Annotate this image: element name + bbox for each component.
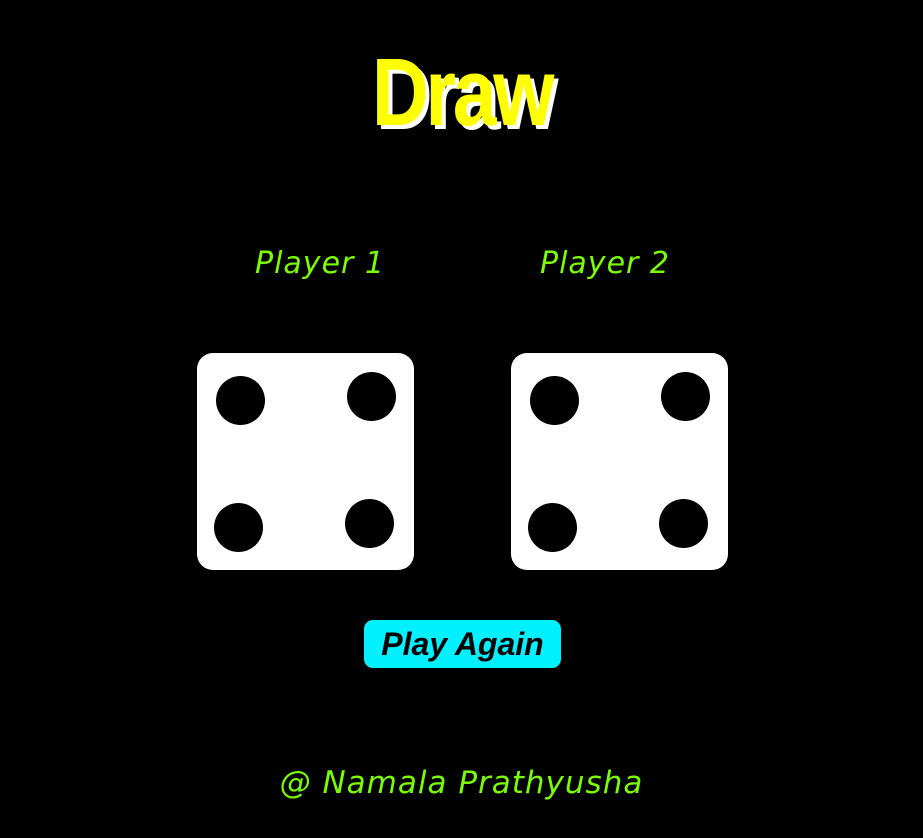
play-again-button[interactable]: Play Again	[364, 620, 561, 668]
author-credit: @ Namala Prathyusha	[279, 765, 644, 801]
die-pip	[530, 376, 579, 425]
die-pip	[216, 376, 265, 425]
player-1-label: Player 1	[255, 246, 385, 281]
player-1-dice-four-icon	[197, 353, 414, 570]
die-pip	[528, 503, 577, 552]
die-pip	[661, 372, 710, 421]
die-pip	[345, 499, 394, 548]
die-pip	[347, 372, 396, 421]
player-2-dice-four-icon	[511, 353, 728, 570]
die-pip	[659, 499, 708, 548]
player-2-label: Player 2	[540, 246, 670, 281]
result-title: Draw	[371, 39, 555, 146]
die-pip	[214, 503, 263, 552]
